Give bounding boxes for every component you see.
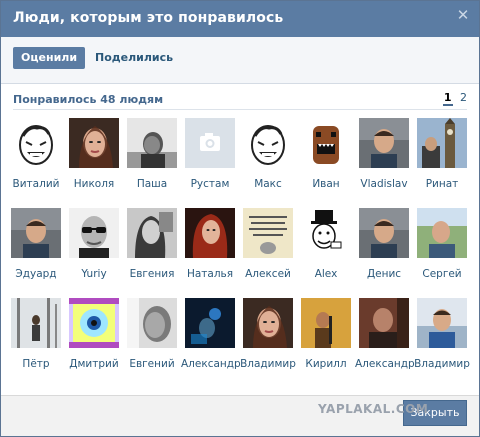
person-name[interactable]: Александр [355,358,415,370]
person-name[interactable]: Дмитрий [65,358,123,370]
avatar[interactable] [301,118,351,168]
page-1-link[interactable]: 1 [442,91,453,106]
avatar[interactable] [11,298,61,348]
avatar[interactable] [417,298,467,348]
tab-rated[interactable]: Оценили [13,47,86,69]
person-card[interactable]: Yuriy [65,208,123,280]
person-card[interactable]: Владимир [413,298,471,370]
person-card[interactable]: Дмитрий [65,298,123,370]
dialog-title: Люди, которым это понравилось [13,10,284,26]
likes-dialog: Люди, которым это понравилось ✕ Оценили … [0,0,480,437]
avatar[interactable] [11,118,61,168]
person-card[interactable]: Рустам [181,118,239,190]
avatar[interactable] [11,208,61,258]
person-card[interactable]: Vladislav [355,118,413,190]
person-card[interactable]: Эдуард [7,208,65,280]
avatar[interactable] [69,118,119,168]
avatar[interactable] [417,118,467,168]
person-card[interactable]: Виталий [7,118,65,190]
avatar[interactable] [127,118,177,168]
person-name[interactable]: Николя [65,178,123,190]
title-bar: Люди, которым это понравилось ✕ [1,1,479,37]
person-name[interactable]: Денис [355,268,413,280]
person-name[interactable]: Алексей [239,268,297,280]
person-name[interactable]: Сергей [413,268,471,280]
person-name[interactable]: Yuriy [65,268,123,280]
person-card[interactable]: Денис [355,208,413,280]
person-card[interactable]: Алексей [239,208,297,280]
person-card[interactable]: Евгений [123,298,181,370]
avatar[interactable] [359,298,409,348]
tab-shared[interactable]: Поделились [87,47,181,69]
person-name[interactable]: Александр [181,358,241,370]
avatar[interactable] [417,208,467,258]
person-name[interactable]: Виталий [7,178,65,190]
person-name[interactable]: Рустам [181,178,239,190]
person-name[interactable]: Евгений [123,358,181,370]
likes-count-label: Понравилось 48 людям [13,93,164,106]
person-name[interactable]: Кирилл [297,358,355,370]
person-card[interactable]: Александр [355,298,415,370]
person-card[interactable]: Кирилл [297,298,355,370]
person-name[interactable]: Паша [123,178,181,190]
person-card[interactable]: Alex [297,208,355,280]
person-card[interactable]: Сергей [413,208,471,280]
person-card[interactable]: Александр [181,298,241,370]
person-name[interactable]: Владимир [239,358,297,370]
person-card[interactable]: Евгения [123,208,181,280]
person-card[interactable]: Ринат [413,118,471,190]
avatar[interactable] [243,118,293,168]
avatar[interactable] [243,298,293,348]
avatar[interactable] [301,298,351,348]
person-name[interactable]: Эдуард [7,268,65,280]
avatar[interactable] [185,298,235,348]
avatar[interactable] [69,208,119,258]
person-card[interactable]: Владимир [239,298,297,370]
avatar[interactable] [185,118,235,168]
person-card[interactable]: Пётр [7,298,65,370]
avatar[interactable] [69,298,119,348]
person-card[interactable]: Николя [65,118,123,190]
person-name[interactable]: Евгения [123,268,181,280]
person-name[interactable]: Vladislav [355,178,413,190]
person-name[interactable]: Иван [297,178,355,190]
avatar[interactable] [127,208,177,258]
summary-row: Понравилось 48 людям 1 2 [13,91,467,110]
person-card[interactable]: Паша [123,118,181,190]
person-card[interactable]: Иван [297,118,355,190]
person-name[interactable]: Alex [297,268,355,280]
avatar[interactable] [359,208,409,258]
person-card[interactable]: Наталья [181,208,239,280]
avatar[interactable] [127,298,177,348]
person-name[interactable]: Макс [239,178,297,190]
person-card[interactable]: Макс [239,118,297,190]
page-2-link[interactable]: 2 [460,91,467,104]
person-name[interactable]: Пётр [7,358,65,370]
person-name[interactable]: Наталья [181,268,239,280]
watermark: YAPLAKAL.COM [318,402,429,416]
person-name[interactable]: Ринат [413,178,471,190]
person-name[interactable]: Владимир [413,358,471,370]
avatar[interactable] [243,208,293,258]
tabs-bar: Оценили Поделились [1,37,479,84]
avatar[interactable] [359,118,409,168]
pagination: 1 2 [439,91,467,106]
close-icon[interactable]: ✕ [455,7,471,23]
avatar[interactable] [185,208,235,258]
avatar[interactable] [301,208,351,258]
